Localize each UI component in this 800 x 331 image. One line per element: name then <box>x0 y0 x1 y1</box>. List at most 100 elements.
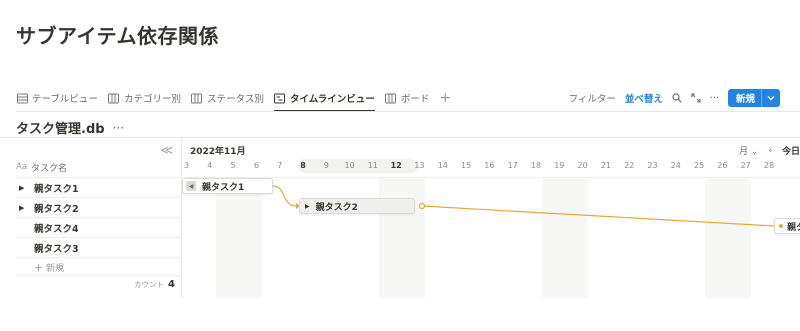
add-row-button[interactable]: + 新規 <box>16 257 181 277</box>
day-label: 22 <box>624 161 635 170</box>
view-bar: テーブルビュー カテゴリー別 ステータス別 タイムラインビュー ボード + フィ… <box>16 86 780 112</box>
expand-toggle-icon[interactable]: ▶ <box>16 184 34 192</box>
sort-button[interactable]: 並べ替え <box>625 91 663 105</box>
day-label: 18 <box>530 161 542 170</box>
table-icon <box>16 92 28 104</box>
day-label: 13 <box>414 161 425 170</box>
chevron-down-icon: ⌄ <box>750 147 759 157</box>
day-label: 25 <box>694 161 705 170</box>
tab-table-view[interactable]: テーブルビュー <box>16 86 98 110</box>
day-label: 16 <box>484 161 495 170</box>
weekend-column <box>215 178 263 298</box>
timeline-pane: 2022年11月 月 ⌄ ‹ 今日 3 4 5 6 7 8 9 10 11 12 13 14 15 16 1… <box>182 138 800 298</box>
day-label: 4 <box>207 161 213 170</box>
plus-icon: + <box>34 261 44 274</box>
page-title: サブアイテム依存関係 <box>16 24 219 48</box>
bar-label: 親タス <box>787 222 800 233</box>
tab-status-view[interactable]: ステータス別 <box>191 86 264 110</box>
count-value: 4 <box>168 279 175 290</box>
search-icon[interactable] <box>672 93 682 103</box>
day-label: 24 <box>670 161 681 170</box>
timeline-bar-task-1[interactable]: ◀ 親タスク1 <box>182 178 273 194</box>
divider <box>16 111 800 112</box>
table-row[interactable]: 親タスク3 <box>16 237 181 257</box>
timeline-controls: 月 ⌄ ‹ 今日 <box>739 144 800 158</box>
day-label: 5 <box>230 161 236 170</box>
day-label: 8 <box>300 161 306 170</box>
task-name: 親タスク3 <box>34 243 79 255</box>
task-name: 親タスク1 <box>34 183 79 195</box>
day-label: 7 <box>277 161 283 170</box>
tab-label: カテゴリー別 <box>123 94 181 105</box>
day-label: 3 <box>183 161 190 170</box>
collapse-table-icon[interactable]: ≪ <box>160 143 173 157</box>
database-title: タスク管理.db ··· <box>16 118 124 138</box>
timeline-bar-task-3[interactable]: 親タス <box>774 218 800 234</box>
task-name: 親タスク2 <box>34 203 79 215</box>
row-count[interactable]: カウント 4 <box>134 279 175 290</box>
tab-category-view[interactable]: カテゴリー別 <box>108 86 181 110</box>
tab-label: ステータス別 <box>206 94 264 105</box>
day-label: 19 <box>554 161 565 170</box>
day-label: 20 <box>577 161 588 170</box>
day-label: 14 <box>437 161 448 170</box>
table-row[interactable]: ▶ 親タスク1 <box>16 177 181 197</box>
collapse-icon[interactable]: ◀ <box>186 181 196 191</box>
text-property-icon: Aa <box>16 162 28 172</box>
filter-button[interactable]: フィルター <box>569 91 616 105</box>
tab-timeline-view[interactable]: タイムラインビュー <box>273 86 375 112</box>
table-row[interactable]: 親タスク4 <box>16 217 181 237</box>
table-row[interactable]: ▶ 親タスク2 <box>16 197 181 217</box>
expand-icon[interactable] <box>691 93 701 103</box>
day-label: 28 <box>763 161 775 170</box>
database-more-icon[interactable]: ··· <box>113 121 124 135</box>
connector-dot <box>779 224 783 228</box>
tab-label: テーブルビュー <box>32 94 98 105</box>
expand-toggle-icon[interactable]: ▶ <box>16 204 34 212</box>
timeline-scale-select[interactable]: 月 ⌄ <box>739 144 758 157</box>
chevron-left-icon[interactable]: ‹ <box>768 146 772 156</box>
day-label: 21 <box>600 161 611 170</box>
weekend-column <box>704 178 752 298</box>
add-view-button[interactable]: + <box>439 91 451 105</box>
divider <box>16 275 181 276</box>
weekend-column <box>378 178 426 298</box>
task-list-pane: ≪ Aa タスク名 ▶ 親タスク1 ▶ 親タスク2 親タスク4 親タスク3 + … <box>16 138 182 298</box>
today-button[interactable]: 今日 <box>782 144 800 157</box>
toolbar: フィルター 並べ替え ··· 新規 <box>569 89 780 107</box>
column-header-task-name[interactable]: Aa タスク名 <box>16 157 67 177</box>
expand-toggle-icon[interactable]: ▶ <box>305 203 310 210</box>
day-label: 11 <box>367 161 378 170</box>
more-options-icon[interactable]: ··· <box>710 93 719 104</box>
chevron-down-icon[interactable] <box>761 89 780 107</box>
bar-label: 親タスク1 <box>202 182 245 193</box>
day-label: 12 <box>390 161 402 170</box>
tab-board-view[interactable]: ボード <box>385 86 430 110</box>
day-label: 26 <box>717 161 728 170</box>
timeline-grid <box>182 177 800 298</box>
day-label: 6 <box>253 161 259 170</box>
new-button-label: 新規 <box>735 94 755 105</box>
tab-label: タイムラインビュー <box>289 94 375 105</box>
timeline-icon <box>274 92 286 104</box>
task-rows: ▶ 親タスク1 ▶ 親タスク2 親タスク4 親タスク3 + 新規 <box>16 177 181 277</box>
timeline-bar-task-2[interactable]: ▶ 親タスク2 <box>299 198 415 214</box>
database-title-text[interactable]: タスク管理.db <box>16 118 105 137</box>
add-row-label: 新規 <box>46 264 65 274</box>
timeline-scale-label: 月 <box>738 147 748 157</box>
view-tabs: テーブルビュー カテゴリー別 ステータス別 タイムラインビュー ボード + <box>16 86 451 112</box>
new-button[interactable]: 新規 <box>727 89 780 107</box>
day-label: 17 <box>507 161 518 170</box>
tab-label: ボード <box>400 94 430 105</box>
day-label: 15 <box>461 161 472 170</box>
day-label: 23 <box>647 161 658 170</box>
board-icon <box>191 92 203 104</box>
bar-label: 親タスク2 <box>315 202 358 213</box>
day-label: 9 <box>323 161 329 170</box>
timeline-month: 2022年11月 <box>190 147 246 157</box>
weekend-column <box>541 178 589 298</box>
timeline-view: ≪ Aa タスク名 ▶ 親タスク1 ▶ 親タスク2 親タスク4 親タスク3 + … <box>0 137 800 298</box>
day-label: 10 <box>344 161 355 170</box>
board-icon <box>385 92 397 104</box>
board-icon <box>108 92 120 104</box>
